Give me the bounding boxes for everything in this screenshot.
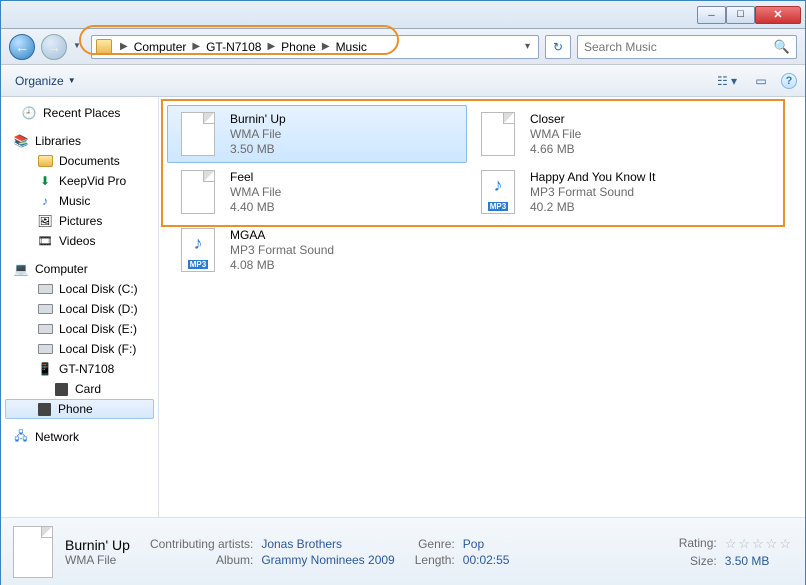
generic-file-icon	[174, 110, 222, 158]
sidebar-item-disk-d[interactable]: Local Disk (D:)	[1, 299, 158, 319]
search-box[interactable]: 🔍	[577, 35, 797, 59]
details-genre-label: Genre:	[415, 537, 455, 551]
file-item[interactable]: Burnin' UpWMA File3.50 MB	[167, 105, 467, 163]
details-filename: Burnin' Up	[65, 537, 130, 553]
preview-pane-button[interactable]: ▭	[747, 70, 775, 92]
address-bar[interactable]: ▶ Computer ▶ GT-N7108 ▶ Phone ▶ Music ▾	[91, 35, 539, 59]
command-bar: Organize▼ ☷ ▾ ▭ ?	[1, 65, 805, 97]
sidebar-item-music[interactable]: ♪Music	[1, 191, 158, 211]
file-size: 4.08 MB	[230, 258, 334, 273]
breadcrumb-device[interactable]: GT-N7108	[204, 40, 263, 54]
file-size: 3.50 MB	[230, 142, 286, 157]
details-genre[interactable]: Pop	[463, 537, 510, 551]
file-type: WMA File	[230, 185, 281, 200]
file-list: Burnin' UpWMA File3.50 MBCloserWMA File4…	[159, 97, 805, 517]
chevron-right-icon[interactable]: ▶	[188, 41, 204, 52]
details-length: 00:02:55	[463, 553, 510, 567]
navigation-pane: 🕘Recent Places 📚Libraries Documents ⬇Kee…	[1, 97, 159, 517]
sidebar-item-network[interactable]: 🖧Network	[1, 427, 158, 447]
generic-file-icon	[474, 110, 522, 158]
file-name: Feel	[230, 170, 281, 185]
details-pane: Burnin' Up WMA File Contributing artists…	[1, 517, 805, 585]
details-artists[interactable]: Jonas Brothers	[261, 537, 394, 551]
back-button[interactable]: ←	[9, 34, 35, 60]
help-button[interactable]: ?	[781, 73, 797, 89]
file-type: WMA File	[530, 127, 581, 142]
chevron-right-icon[interactable]: ▶	[263, 41, 279, 52]
maximize-button[interactable]: ☐	[726, 6, 755, 24]
sidebar-item-keepvid[interactable]: ⬇KeepVid Pro	[1, 171, 158, 191]
close-button[interactable]: ✕	[755, 6, 801, 24]
chevron-right-icon[interactable]: ▶	[318, 41, 334, 52]
details-rating[interactable]: ☆☆☆☆☆	[725, 536, 793, 552]
address-dropdown-icon[interactable]: ▾	[521, 41, 534, 52]
sidebar-item-disk-f[interactable]: Local Disk (F:)	[1, 339, 158, 359]
mp3-file-icon: ♪MP3	[174, 226, 222, 274]
file-size: 4.66 MB	[530, 142, 581, 157]
sidebar-item-libraries[interactable]: 📚Libraries	[1, 131, 158, 151]
chevron-right-icon[interactable]: ▶	[116, 41, 132, 52]
file-size: 40.2 MB	[530, 200, 655, 215]
sidebar-item-documents[interactable]: Documents	[1, 151, 158, 171]
sidebar-item-computer[interactable]: 💻Computer	[1, 259, 158, 279]
breadcrumb-phone[interactable]: Phone	[279, 40, 318, 54]
file-size: 4.40 MB	[230, 200, 281, 215]
details-rating-label: Rating:	[679, 536, 717, 552]
sidebar-item-card[interactable]: Card	[1, 379, 158, 399]
refresh-button[interactable]: ↻	[545, 35, 571, 59]
file-name: Closer	[530, 112, 581, 127]
sidebar-item-disk-c[interactable]: Local Disk (C:)	[1, 279, 158, 299]
file-type: MP3 Format Sound	[230, 243, 334, 258]
view-options-button[interactable]: ☷ ▾	[713, 70, 741, 92]
file-item[interactable]: FeelWMA File4.40 MB	[167, 163, 467, 221]
file-item[interactable]: CloserWMA File4.66 MB	[467, 105, 767, 163]
mp3-file-icon: ♪MP3	[474, 168, 522, 216]
forward-button[interactable]: →	[41, 34, 67, 60]
sidebar-item-device[interactable]: 📱GT-N7108	[1, 359, 158, 379]
folder-icon	[96, 39, 112, 55]
breadcrumb-music[interactable]: Music	[334, 40, 369, 54]
details-album-label: Album:	[150, 553, 253, 567]
details-size-label: Size:	[679, 554, 717, 568]
details-album[interactable]: Grammy Nominees 2009	[261, 553, 394, 567]
organize-menu[interactable]: Organize▼	[9, 71, 82, 91]
file-name: MGAA	[230, 228, 334, 243]
breadcrumb-computer[interactable]: Computer	[132, 40, 189, 54]
details-artists-label: Contributing artists:	[150, 537, 253, 551]
sidebar-item-disk-e[interactable]: Local Disk (E:)	[1, 319, 158, 339]
file-name: Burnin' Up	[230, 112, 286, 127]
search-input[interactable]	[584, 40, 768, 54]
details-thumbnail	[13, 526, 53, 578]
file-type: MP3 Format Sound	[530, 185, 655, 200]
generic-file-icon	[174, 168, 222, 216]
minimize-button[interactable]: ─	[697, 6, 726, 24]
details-filetype: WMA File	[65, 553, 130, 567]
sidebar-item-pictures[interactable]: 🖼Pictures	[1, 211, 158, 231]
file-item[interactable]: ♪MP3 MGAAMP3 Format Sound4.08 MB	[167, 221, 467, 279]
navigation-row: ← → ▼ ▶ Computer ▶ GT-N7108 ▶ Phone ▶ Mu…	[1, 29, 805, 65]
search-icon: 🔍	[774, 39, 790, 55]
details-size: 3.50 MB	[725, 554, 793, 568]
file-item[interactable]: ♪MP3 Happy And You Know ItMP3 Format Soun…	[467, 163, 767, 221]
sidebar-item-videos[interactable]: 🎞Videos	[1, 231, 158, 251]
history-dropdown[interactable]: ▼	[73, 41, 85, 53]
file-type: WMA File	[230, 127, 286, 142]
sidebar-item-recent[interactable]: 🕘Recent Places	[1, 103, 158, 123]
file-name: Happy And You Know It	[530, 170, 655, 185]
details-length-label: Length:	[415, 553, 455, 567]
title-bar: ─ ☐ ✕	[1, 1, 805, 29]
sidebar-item-phone[interactable]: Phone	[5, 399, 154, 419]
